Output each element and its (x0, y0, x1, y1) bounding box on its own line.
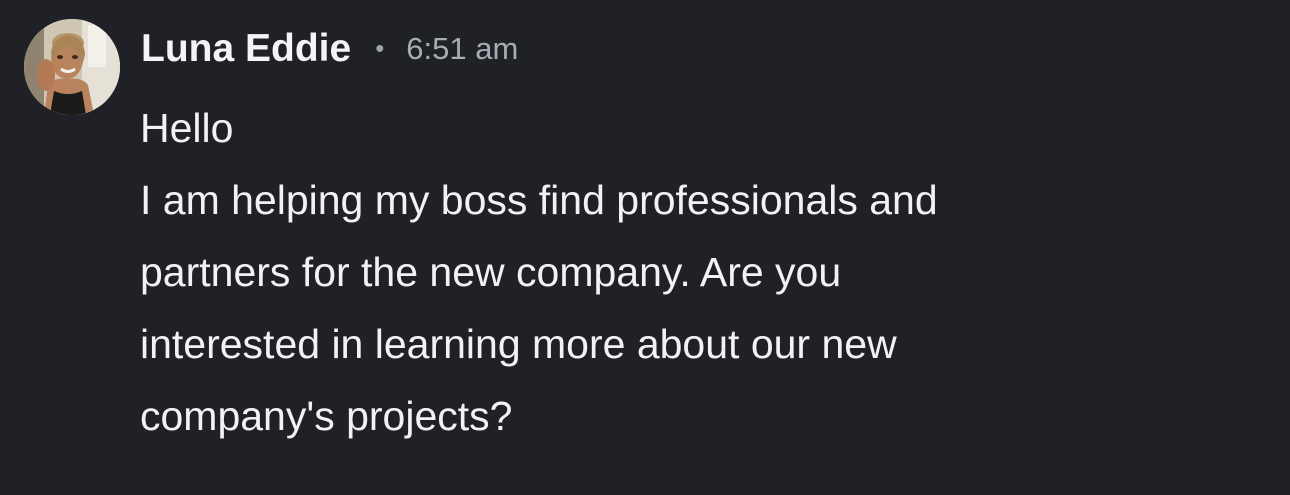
message-body: Hello I am helping my boss find professi… (140, 92, 1140, 452)
message-line: interested in learning more about our ne… (140, 321, 897, 367)
message-line: partners for the new company. Are you (140, 249, 842, 295)
author-name[interactable]: Luna Eddie (141, 27, 351, 71)
message-header: Luna Eddie • 6:51 am (141, 24, 518, 74)
message-line: Hello (140, 105, 234, 151)
profile-photo-icon (24, 19, 120, 115)
avatar[interactable] (24, 19, 120, 115)
chat-message: Luna Eddie • 6:51 am Hello I am helping … (0, 0, 1290, 495)
separator-dot: • (375, 33, 385, 63)
message-timestamp: 6:51 am (406, 31, 519, 66)
message-line: company's projects? (140, 393, 513, 439)
message-line: I am helping my boss find professionals … (140, 177, 938, 223)
